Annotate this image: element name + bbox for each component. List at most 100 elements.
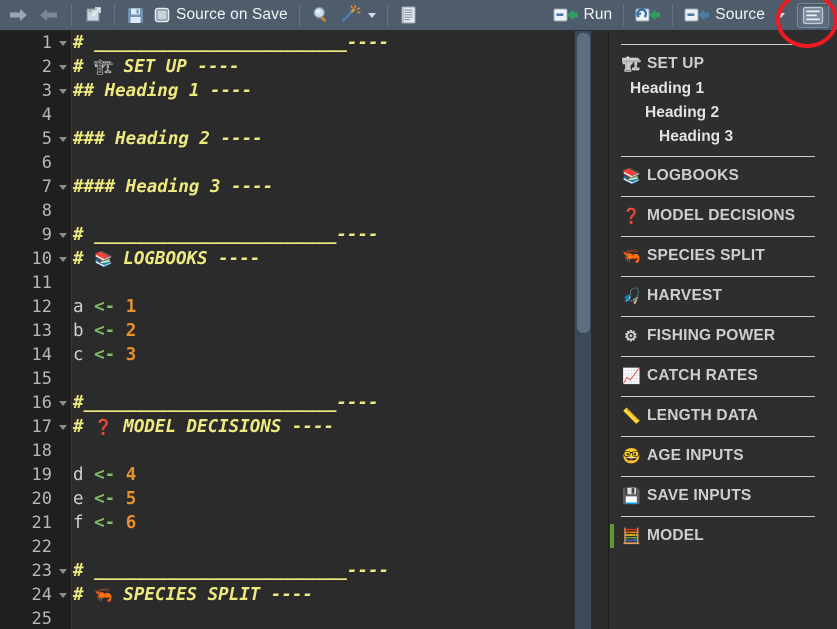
- code-line[interactable]: 9# _______________________----: [0, 223, 591, 247]
- outline-item-label: LENGTH DATA: [647, 407, 758, 425]
- show-in-new-window-button[interactable]: [79, 3, 107, 28]
- outline-item-set-up[interactable]: 🏗SET UP: [609, 51, 837, 77]
- code-editor[interactable]: 1# ________________________----2# 🏗 SET …: [0, 31, 591, 629]
- outline-subheading[interactable]: Heading 1: [609, 77, 837, 101]
- fold-arrow-icon[interactable]: [59, 41, 67, 46]
- outline-subheading[interactable]: Heading 2: [609, 101, 837, 125]
- editor-vertical-scrollbar[interactable]: [574, 31, 591, 629]
- fold-arrow-icon[interactable]: [59, 233, 67, 238]
- code-tools-button[interactable]: [335, 3, 380, 28]
- show-in-new-window-icon: [83, 5, 103, 25]
- run-label: Run: [584, 6, 613, 24]
- token-op: <-: [94, 513, 126, 533]
- line-number: 11: [0, 271, 72, 295]
- save-button[interactable]: [122, 3, 149, 28]
- fold-arrow-icon[interactable]: [59, 401, 67, 406]
- token-cmt: ### Heading 2 ----: [73, 129, 263, 149]
- code-line[interactable]: 2# 🏗 SET UP ----: [0, 55, 591, 79]
- compile-report-button[interactable]: [395, 3, 422, 28]
- re-run-button[interactable]: [631, 3, 665, 28]
- source-icon: [684, 6, 710, 24]
- source-on-save-checkbox[interactable]: [153, 6, 171, 24]
- token-num: 6: [126, 513, 137, 533]
- token-op: <-: [94, 321, 126, 341]
- fold-arrow-icon[interactable]: [59, 257, 67, 262]
- outline-item-save-inputs[interactable]: 💾SAVE INPUTS: [609, 483, 837, 509]
- code-line[interactable]: 19d <- 4: [0, 463, 591, 487]
- code-line[interactable]: 11: [0, 271, 591, 295]
- token-var: e: [73, 489, 94, 509]
- fold-arrow-icon[interactable]: [59, 65, 67, 70]
- outline-item-logbooks[interactable]: 📚LOGBOOKS: [609, 163, 837, 189]
- source-on-save-toggle[interactable]: Source on Save: [149, 3, 292, 28]
- code-line[interactable]: 5### Heading 2 ----: [0, 127, 591, 151]
- code-text: ## Heading 1 ----: [73, 79, 252, 103]
- line-number: 22: [0, 535, 72, 559]
- code-line[interactable]: 18: [0, 439, 591, 463]
- fold-arrow-icon[interactable]: [59, 425, 67, 430]
- run-button[interactable]: Run: [549, 3, 617, 28]
- outline-item-fishing-power[interactable]: ⚙FISHING POWER: [609, 323, 837, 349]
- code-line[interactable]: 12a <- 1: [0, 295, 591, 319]
- toolbar-separator: [114, 4, 115, 26]
- document-outline-toggle-button[interactable]: [797, 3, 829, 28]
- document-outline-panel[interactable]: 🏗SET UPHeading 1Heading 2Heading 3 📚LOGBO…: [608, 31, 837, 629]
- code-line[interactable]: 21f <- 6: [0, 511, 591, 535]
- rstudio-source-pane: Source on Save: [0, 0, 837, 629]
- find-replace-button[interactable]: [307, 3, 335, 28]
- code-line[interactable]: 22: [0, 535, 591, 559]
- outline-item-species-split[interactable]: 🦐SPECIES SPLIT: [609, 243, 837, 269]
- code-line[interactable]: 25: [0, 607, 591, 629]
- code-line[interactable]: 16#________________________----: [0, 391, 591, 415]
- code-line[interactable]: 6: [0, 151, 591, 175]
- outline-item-harvest[interactable]: 🎣HARVEST: [609, 283, 837, 309]
- code-line[interactable]: 7#### Heading 3 ----: [0, 175, 591, 199]
- line-number: 15: [0, 367, 72, 391]
- code-line[interactable]: 24# 🦐 SPECIES SPLIT ----: [0, 583, 591, 607]
- outline-item-age-inputs[interactable]: 🤓AGE INPUTS: [609, 443, 837, 469]
- code-text: # 🦐 SPECIES SPLIT ----: [73, 583, 313, 607]
- code-line[interactable]: 17# ❓ MODEL DECISIONS ----: [0, 415, 591, 439]
- outline-divider: [621, 276, 815, 277]
- fold-arrow-icon[interactable]: [59, 89, 67, 94]
- token-var: b: [73, 321, 94, 341]
- fold-arrow-icon[interactable]: [59, 185, 67, 190]
- code-line[interactable]: 1# ________________________----: [0, 31, 591, 55]
- code-line[interactable]: 23# ________________________----: [0, 559, 591, 583]
- outline-item-catch-rates[interactable]: 📈CATCH RATES: [609, 363, 837, 389]
- code-line[interactable]: 10# 📚 LOGBOOKS ----: [0, 247, 591, 271]
- outline-item-model[interactable]: 🧮MODEL: [609, 523, 837, 549]
- code-line[interactable]: 13b <- 2: [0, 319, 591, 343]
- code-line[interactable]: 3## Heading 1 ----: [0, 79, 591, 103]
- code-lines-container[interactable]: 1# ________________________----2# 🏗 SET …: [0, 31, 591, 629]
- toolbar-separator: [299, 4, 300, 26]
- token-op: <-: [94, 297, 126, 317]
- outline-divider: [621, 156, 815, 157]
- token-op: <-: [94, 465, 126, 485]
- code-line[interactable]: 8: [0, 199, 591, 223]
- code-line[interactable]: 14c <- 3: [0, 343, 591, 367]
- line-number: 19: [0, 463, 72, 487]
- source-button[interactable]: Source: [680, 3, 789, 28]
- outline-item-length-data[interactable]: 📏LENGTH DATA: [609, 403, 837, 429]
- line-number: 23: [0, 559, 72, 583]
- fold-arrow-icon[interactable]: [59, 137, 67, 142]
- toolbar-separator: [672, 4, 673, 26]
- crane-icon: 🏗: [622, 57, 640, 72]
- chevron-down-icon[interactable]: [368, 13, 376, 18]
- back-button[interactable]: [4, 3, 34, 28]
- token-var: d: [73, 465, 94, 485]
- source-toolbar: Source on Save: [0, 0, 837, 31]
- chevron-down-icon[interactable]: [777, 13, 785, 18]
- outline-subheading[interactable]: Heading 3: [609, 125, 837, 149]
- outline-item-model-decisions[interactable]: ❓MODEL DECISIONS: [609, 203, 837, 229]
- outline-divider: [621, 316, 815, 317]
- token-cmt: SPECIES SPLIT ----: [113, 585, 313, 605]
- code-line[interactable]: 20e <- 5: [0, 487, 591, 511]
- fold-arrow-icon[interactable]: [59, 593, 67, 598]
- code-line[interactable]: 4: [0, 103, 591, 127]
- scrollbar-thumb[interactable]: [577, 33, 590, 333]
- fold-arrow-icon[interactable]: [59, 569, 67, 574]
- code-line[interactable]: 15: [0, 367, 591, 391]
- forward-button[interactable]: [34, 3, 64, 28]
